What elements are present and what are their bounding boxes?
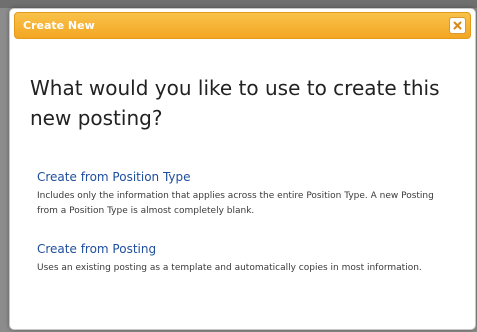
background-header-strip — [0, 0, 477, 8]
create-from-posting-description: Uses an existing posting as a template a… — [37, 263, 422, 273]
close-button[interactable] — [449, 17, 466, 34]
create-from-position-type-description: Includes only the information that appli… — [37, 191, 434, 216]
dialog-heading: What would you like to use to create thi… — [30, 76, 440, 130]
option-position-type: Create from Position Type Includes only … — [37, 169, 457, 219]
option-posting: Create from Posting Uses an existing pos… — [37, 241, 457, 276]
dialog-title: Create New — [23, 19, 95, 32]
create-from-position-type-link[interactable]: Create from Position Type — [37, 169, 457, 185]
create-from-posting-link[interactable]: Create from Posting — [37, 241, 457, 257]
dialog-titlebar: Create New — [14, 12, 471, 39]
create-new-dialog: Create New What would you like to use to… — [9, 8, 476, 330]
close-icon — [453, 21, 462, 30]
